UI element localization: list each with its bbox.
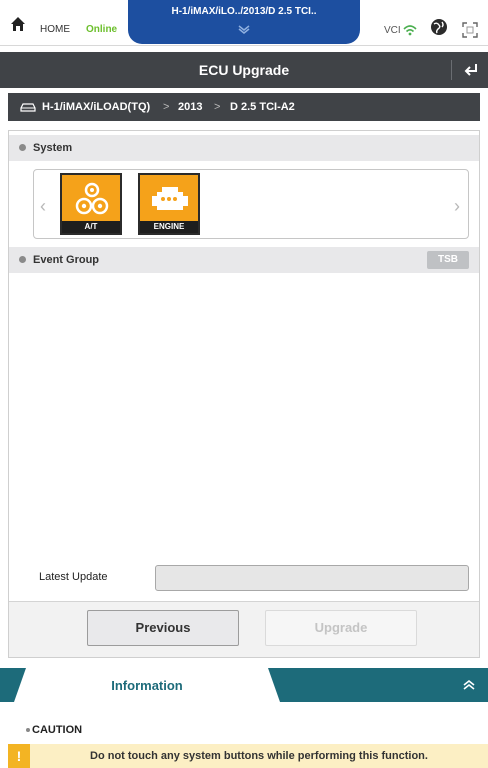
fullscreen-icon[interactable] xyxy=(462,22,478,38)
information-tab[interactable]: Information xyxy=(14,668,280,702)
main-panel: System ‹ A/T ENGINE › Event Group TSB La… xyxy=(8,130,480,658)
title-bar: ECU Upgrade xyxy=(0,52,488,88)
information-tab-label: Information xyxy=(111,678,183,693)
engine-icon xyxy=(152,187,188,210)
chevron-right-icon[interactable]: › xyxy=(454,196,460,217)
vehicle-path-text: H-1/iMAX/iLO../2013/D 2.5 TCI.. xyxy=(171,6,317,17)
gears-icon xyxy=(75,182,109,215)
caution-message: Do not touch any system buttons while pe… xyxy=(90,750,428,762)
breadcrumb-engine[interactable]: D 2.5 TCI-A2 xyxy=(230,101,295,113)
chevron-left-icon[interactable]: ‹ xyxy=(40,196,46,217)
tsb-button[interactable]: TSB xyxy=(427,251,469,269)
warning-icon: ! xyxy=(8,744,30,768)
page-title: ECU Upgrade xyxy=(198,62,290,78)
action-bar: Previous Upgrade xyxy=(9,601,479,657)
vehicle-path-tab[interactable]: H-1/iMAX/iLO../2013/D 2.5 TCI.. xyxy=(128,0,360,44)
caution-heading: CAUTION xyxy=(32,724,83,736)
system-label: System xyxy=(33,142,73,154)
breadcrumb-separator: > xyxy=(163,101,170,113)
system-tile-label: A/T xyxy=(62,221,120,233)
bullet-icon xyxy=(19,256,26,263)
event-group-header: Event Group TSB xyxy=(9,247,479,273)
breadcrumb-separator: > xyxy=(214,101,221,113)
system-carousel: ‹ A/T ENGINE › xyxy=(33,169,469,239)
home-label[interactable]: HOME xyxy=(40,24,70,35)
event-group-label: Event Group xyxy=(33,254,100,266)
caution-message-bar: ! Do not touch any system buttons while … xyxy=(8,744,488,768)
system-tile-at[interactable]: A/T xyxy=(60,173,122,235)
home-icon[interactable] xyxy=(10,16,26,32)
wifi-icon xyxy=(403,25,417,36)
chevron-down-icon xyxy=(238,25,250,34)
latest-update-label: Latest Update xyxy=(39,571,108,583)
breadcrumb-year[interactable]: 2013 xyxy=(178,101,202,113)
breadcrumb-model[interactable]: H-1/iMAX/iLOAD(TQ) xyxy=(42,101,150,113)
bullet-icon xyxy=(26,728,30,732)
latest-update-field xyxy=(155,565,469,591)
top-status-bar: HOME Online H-1/iMAX/iLO../2013/D 2.5 TC… xyxy=(0,0,488,46)
vci-label: VCI xyxy=(384,25,401,36)
system-header: System xyxy=(9,135,479,161)
upgrade-button[interactable]: Upgrade xyxy=(265,610,417,646)
bullet-icon xyxy=(19,144,26,151)
title-separator xyxy=(451,60,452,80)
car-icon xyxy=(20,103,36,112)
previous-button[interactable]: Previous xyxy=(87,610,239,646)
breadcrumb: H-1/iMAX/iLOAD(TQ) > 2013 > D 2.5 TCI-A2 xyxy=(8,93,480,121)
system-tile-label: ENGINE xyxy=(140,221,198,233)
system-tile-engine[interactable]: ENGINE xyxy=(138,173,200,235)
double-chevron-up-icon[interactable] xyxy=(462,678,476,692)
back-icon[interactable] xyxy=(462,61,480,79)
globe-icon[interactable] xyxy=(430,18,448,36)
connection-status: Online xyxy=(86,24,118,35)
